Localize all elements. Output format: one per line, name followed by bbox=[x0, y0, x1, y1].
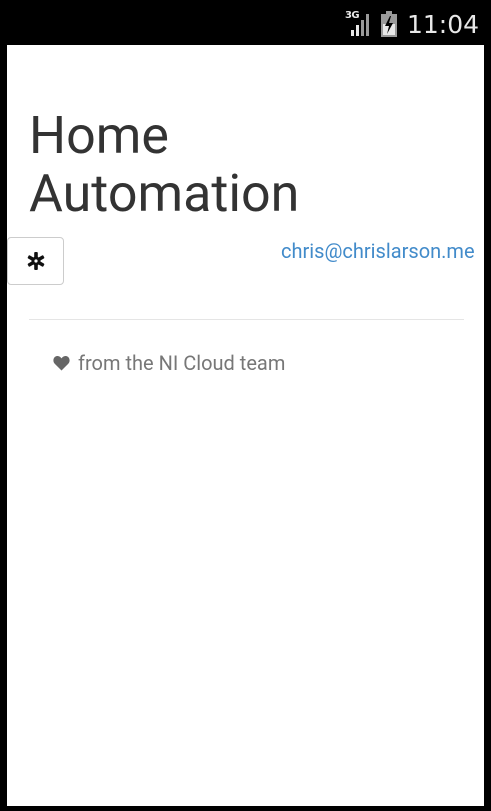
status-clock: 11:04 bbox=[406, 9, 479, 39]
network-type-label: 3G bbox=[344, 10, 360, 21]
app-content: Home Automation chris@chrislarson.me fro… bbox=[7, 45, 484, 806]
divider bbox=[29, 319, 464, 320]
user-email-link[interactable]: chris@chrislarson.me bbox=[281, 239, 475, 263]
page-title: Home Automation bbox=[29, 105, 300, 224]
footer: from the NI Cloud team bbox=[53, 351, 285, 375]
signal-icon: 3G bbox=[344, 10, 373, 37]
gear-icon bbox=[26, 251, 46, 271]
heart-icon bbox=[53, 355, 70, 371]
battery-charging-icon bbox=[380, 11, 397, 37]
footer-text: from the NI Cloud team bbox=[78, 351, 286, 375]
status-icons: 3G 11:04 bbox=[344, 6, 479, 42]
settings-button[interactable] bbox=[7, 237, 64, 285]
status-bar: 3G 11:04 bbox=[0, 0, 491, 45]
device-screen: 3G 11:04 Home Automation chris@chrislars… bbox=[0, 0, 491, 811]
